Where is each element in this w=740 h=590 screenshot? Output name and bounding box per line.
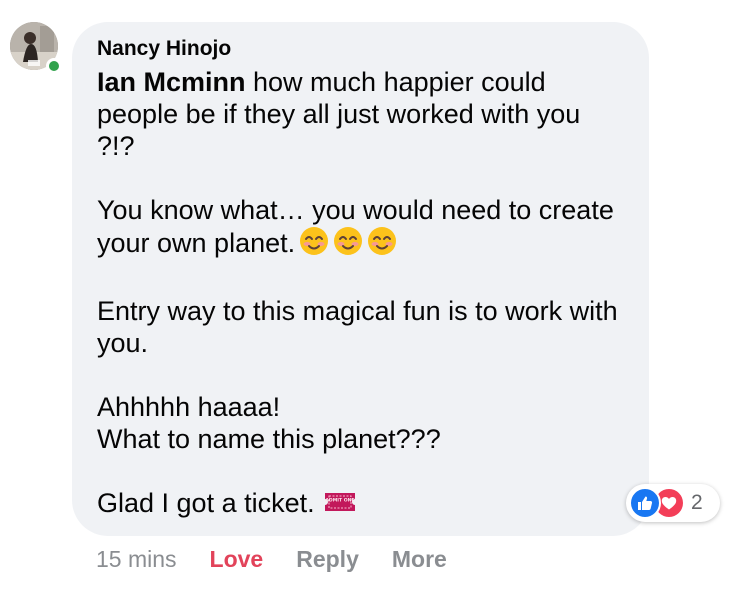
ticket-text: ADMIT ONE [325,498,354,504]
comment-paragraph-2: You know what… you would need to create … [97,194,625,263]
mention-link[interactable]: Ian Mcminn [97,67,246,97]
comment-paragraph-3: Entry way to this magical fun is to work… [97,296,618,358]
like-icon [629,487,661,519]
comment-bubble: Nancy Hinojo Ian Mcminn how much happier… [72,22,649,536]
more-button[interactable]: More [392,544,447,574]
comment-paragraph-1: Ian Mcminn how much happier could people… [97,66,625,162]
comment-body: Ian Mcminn how much happier could people… [97,66,625,521]
comment-author[interactable]: Nancy Hinojo [97,36,625,62]
smiling-face-with-smiling-eyes-icon [299,226,329,263]
comment-paragraph-4: Ahhhhh haaaa! What to name this planet??? [97,391,625,455]
admission-ticket-icon: ADMIT ONE [323,489,357,521]
smiling-face-with-smiling-eyes-icon [367,226,397,263]
online-status-dot [46,58,62,74]
comment-actions: 15 mins Love Reply More [96,544,447,574]
smiling-face-with-smiling-eyes-icon [333,226,363,263]
comment-paragraph-4-line-2: What to name this planet??? [97,424,441,454]
comment-paragraph-4-line-1: Ahhhhh haaaa! [97,392,281,422]
comment-paragraph-5: Glad I got a ticket. ADMIT ONE [97,487,625,521]
love-reaction-button[interactable]: Love [210,544,264,574]
avatar-container[interactable] [10,22,62,74]
reaction-summary[interactable]: 2 [626,484,720,522]
reply-button[interactable]: Reply [296,544,359,574]
comment-timestamp[interactable]: 15 mins [96,544,177,574]
reaction-count: 2 [691,491,703,514]
comment-paragraph-5-text: Glad I got a ticket. [97,488,315,518]
